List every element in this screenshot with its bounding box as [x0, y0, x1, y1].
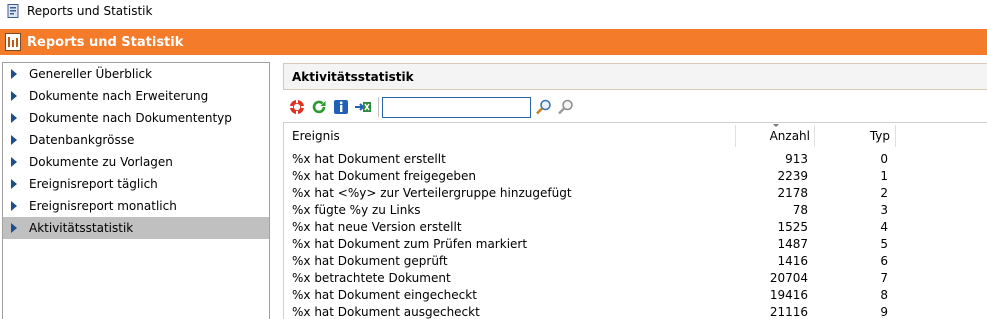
column-header-typ[interactable]: Typ [844, 123, 890, 149]
statistics-table: Ereignis Anzahl Typ %x hat Dokument erst… [283, 122, 987, 319]
table-row[interactable]: %x hat Dokument zum Prüfen markiert 1487… [284, 236, 987, 253]
window-titlebar: Reports und Statistik [0, 0, 987, 22]
cell-typ: 6 [880, 254, 888, 268]
sidebar-item-label: Aktivitätsstatistik [29, 221, 134, 235]
cell-ereignis: %x hat Dokument freigegeben [292, 169, 476, 183]
cell-typ: 7 [880, 271, 888, 285]
report-sidebar: Genereller Überblick Dokumente nach Erwe… [2, 62, 270, 319]
window-title: Reports und Statistik [27, 4, 153, 18]
cell-ereignis: %x hat Dokument zum Prüfen markiert [292, 237, 528, 251]
table-row[interactable]: %x hat Dokument freigegeben 2239 1 [284, 168, 987, 185]
table-row[interactable]: %x hat Dokument geprüft 1416 6 [284, 253, 987, 270]
table-row[interactable]: %x hat neue Version erstellt 1525 4 [284, 219, 987, 236]
cell-ereignis: %x fügte %y zu Links [292, 203, 421, 217]
sidebar-item-label: Dokumente nach Erweiterung [29, 89, 209, 103]
cell-anzahl: 1525 [777, 220, 808, 234]
column-divider[interactable] [895, 125, 896, 147]
app-header-title: Reports und Statistik [27, 34, 184, 50]
app-icon [7, 4, 19, 18]
sidebar-item-dokumente-nach-dokumententyp[interactable]: Dokumente nach Dokumententyp [3, 107, 269, 129]
help-icon[interactable] [288, 98, 306, 116]
table-row[interactable]: %x hat <%y> zur Verteilergruppe hinzugef… [284, 185, 987, 202]
cell-ereignis: %x hat <%y> zur Verteilergruppe hinzugef… [292, 186, 572, 200]
sidebar-item-dokumente-nach-erweiterung[interactable]: Dokumente nach Erweiterung [3, 85, 269, 107]
expand-arrow-icon [11, 135, 17, 145]
cell-typ: 4 [880, 220, 888, 234]
app-header: Reports und Statistik [0, 29, 987, 55]
expand-arrow-icon [11, 69, 17, 79]
search-icon[interactable] [535, 98, 553, 116]
cell-typ: 9 [880, 305, 888, 319]
column-header-ereignis[interactable]: Ereignis [292, 123, 340, 149]
table-row[interactable]: %x hat Dokument eingecheckt 19416 8 [284, 287, 987, 304]
cell-typ: 3 [880, 203, 888, 217]
expand-arrow-icon [11, 201, 17, 211]
toolbar [288, 95, 588, 119]
cell-typ: 5 [880, 237, 888, 251]
table-header: Ereignis Anzahl Typ [284, 123, 987, 149]
expand-arrow-icon [11, 179, 17, 189]
info-icon[interactable] [332, 98, 350, 116]
cell-anzahl: 2178 [777, 186, 808, 200]
cell-anzahl: 2239 [777, 169, 808, 183]
cell-anzahl: 1487 [777, 237, 808, 251]
toolbar-separator [378, 97, 379, 117]
cell-anzahl: 21116 [769, 305, 808, 319]
sidebar-item-datenbankgroesse[interactable]: Datenbankgrösse [3, 129, 269, 151]
sidebar-item-genereller-ueberblick[interactable]: Genereller Überblick [3, 63, 269, 85]
cell-ereignis: %x hat neue Version erstellt [292, 220, 462, 234]
table-row[interactable]: %x hat Dokument erstellt 913 0 [284, 151, 987, 168]
sidebar-item-label: Dokumente nach Dokumententyp [29, 111, 232, 125]
export-excel-icon[interactable] [354, 98, 372, 116]
refresh-icon[interactable] [310, 98, 328, 116]
search-input[interactable] [382, 96, 531, 118]
cell-anzahl: 1416 [777, 254, 808, 268]
sidebar-item-aktivitaetsstatistik[interactable]: Aktivitätsstatistik [3, 217, 269, 239]
sidebar-item-ereignisreport-monatlich[interactable]: Ereignisreport monatlich [3, 195, 269, 217]
cell-ereignis: %x hat Dokument ausgecheckt [292, 305, 480, 319]
sidebar-item-label: Dokumente zu Vorlagen [29, 155, 173, 169]
sidebar-item-label: Ereignisreport täglich [29, 177, 158, 191]
cell-typ: 2 [880, 186, 888, 200]
expand-arrow-icon [11, 113, 17, 123]
sidebar-item-ereignisreport-taeglich[interactable]: Ereignisreport täglich [3, 173, 269, 195]
column-divider[interactable] [814, 125, 815, 147]
cell-anzahl: 78 [792, 203, 808, 217]
cell-anzahl: 913 [785, 152, 808, 166]
expand-arrow-icon [11, 91, 17, 101]
sidebar-item-label: Datenbankgrösse [29, 133, 135, 147]
expand-arrow-icon [11, 157, 17, 167]
cell-typ: 1 [880, 169, 888, 183]
expand-arrow-icon [11, 223, 17, 233]
sidebar-item-label: Ereignisreport monatlich [29, 199, 177, 213]
cell-ereignis: %x hat Dokument eingecheckt [292, 288, 477, 302]
table-row[interactable]: %x betrachtete Dokument 20704 7 [284, 270, 987, 287]
cell-ereignis: %x betrachtete Dokument [292, 271, 451, 285]
table-row[interactable]: %x fügte %y zu Links 78 3 [284, 202, 987, 219]
cell-anzahl: 19416 [769, 288, 808, 302]
cell-typ: 0 [880, 152, 888, 166]
cell-typ: 8 [880, 288, 888, 302]
cell-ereignis: %x hat Dokument geprüft [292, 254, 448, 268]
table-row[interactable]: %x hat Dokument ausgecheckt 21116 9 [284, 304, 987, 319]
sidebar-item-dokumente-zu-vorlagen[interactable]: Dokumente zu Vorlagen [3, 151, 269, 173]
sidebar-item-label: Genereller Überblick [29, 67, 153, 81]
report-icon [5, 33, 21, 51]
cell-anzahl: 20704 [769, 271, 808, 285]
panel-title: Aktivitätsstatistik [283, 63, 987, 90]
column-header-anzahl[interactable]: Anzahl [736, 123, 810, 149]
cell-ereignis: %x hat Dokument erstellt [292, 152, 446, 166]
search-clear-icon[interactable] [557, 98, 575, 116]
